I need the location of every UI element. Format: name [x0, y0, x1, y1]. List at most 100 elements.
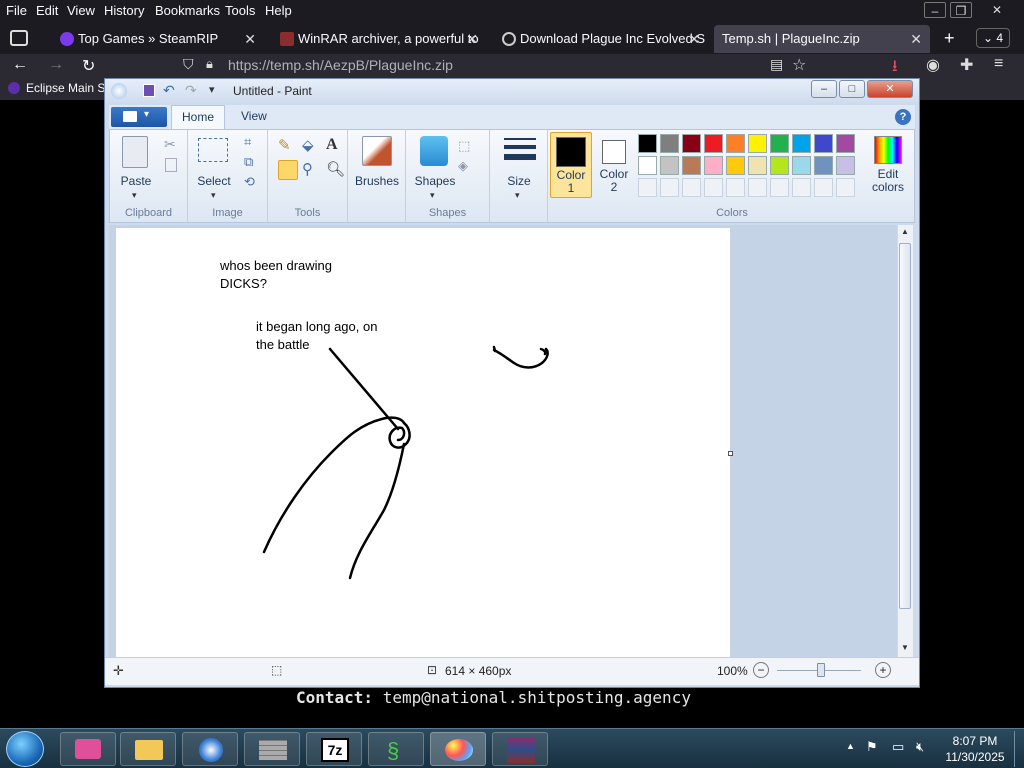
palette-swatch[interactable] — [814, 134, 833, 153]
tab-close-icon[interactable]: ✕ — [688, 25, 700, 53]
color1-button[interactable]: Color 1 — [550, 132, 592, 198]
tab-count-button[interactable]: ⌄ 4 — [976, 28, 1010, 48]
url-text[interactable]: https://temp.sh/AezpB/PlagueInc.zip — [228, 57, 453, 73]
menu-file[interactable]: File — [6, 3, 27, 18]
palette-swatch[interactable] — [792, 134, 811, 153]
scroll-up-icon[interactable]: ▲ — [901, 227, 909, 236]
minimize-icon[interactable]: – — [924, 2, 946, 18]
taskbar-firewall[interactable] — [244, 732, 300, 766]
paint-app-icon[interactable] — [111, 83, 127, 99]
palette-swatch[interactable] — [814, 156, 833, 175]
text-tool-icon[interactable]: A — [326, 136, 346, 156]
tab-steamrip[interactable]: Top Games » SteamRIP ✕ — [52, 25, 264, 53]
reload-icon[interactable]: ↻ — [82, 56, 95, 76]
tab-winrar[interactable]: WinRAR archiver, a powerful to ✕ — [272, 25, 486, 53]
size-button[interactable]: Size — [492, 174, 546, 188]
zoom-in-icon[interactable]: + — [875, 662, 891, 678]
volume-muted-icon[interactable]: 🔇︎ — [916, 739, 924, 755]
tab-view[interactable]: View — [241, 109, 267, 123]
close-icon[interactable]: ✕ — [986, 2, 1008, 18]
brushes-button[interactable]: Brushes — [350, 174, 404, 188]
custom-color-slot[interactable] — [770, 178, 789, 197]
edit-colors-button[interactable]: Edit colors — [866, 132, 910, 198]
lock-icon[interactable]: 🔒︎ — [206, 56, 213, 72]
magnifier-icon[interactable]: 🔍︎ — [326, 160, 346, 180]
select-button[interactable]: Select — [192, 174, 236, 188]
tab-close-icon[interactable]: ✕ — [244, 25, 256, 53]
menu-help[interactable]: Help — [265, 3, 292, 18]
paint-close-button[interactable]: ✕ — [867, 80, 913, 98]
palette-swatch[interactable] — [770, 134, 789, 153]
shapes-button[interactable]: Shapes — [408, 174, 462, 188]
bookmark-star-icon[interactable]: ☆ — [792, 55, 806, 75]
tab-home[interactable]: Home — [171, 105, 225, 129]
account-icon[interactable]: ◉ — [926, 55, 940, 75]
show-hidden-icons[interactable]: ▲ — [846, 741, 855, 751]
palette-swatch[interactable] — [726, 156, 745, 175]
taskbar-7zip[interactable]: 7z — [306, 732, 362, 766]
tab-close-icon[interactable]: ✕ — [910, 25, 922, 53]
vertical-scroll-thumb[interactable] — [899, 243, 911, 609]
menu-edit[interactable]: Edit — [36, 3, 58, 18]
palette-swatch[interactable] — [682, 134, 701, 153]
restore-icon[interactable]: ❐ — [950, 2, 972, 18]
palette-swatch[interactable] — [748, 156, 767, 175]
menu-history[interactable]: History — [104, 3, 144, 18]
palette-swatch[interactable] — [638, 156, 657, 175]
color2-button[interactable]: Color 2 — [594, 132, 634, 198]
custom-color-slot[interactable] — [638, 178, 657, 197]
palette-swatch[interactable] — [748, 134, 767, 153]
custom-color-slot[interactable] — [836, 178, 855, 197]
pencil-icon[interactable]: ✎ — [278, 136, 298, 156]
custom-color-slot[interactable] — [682, 178, 701, 197]
taskbar-app-pink[interactable] — [60, 732, 116, 766]
contact-email[interactable]: temp@national.shitposting.agency — [383, 688, 691, 707]
start-button[interactable] — [6, 731, 44, 767]
bookmark-eclipse[interactable]: Eclipse Main S — [26, 81, 105, 95]
eraser-icon[interactable] — [278, 160, 298, 180]
taskbar-winrar[interactable] — [492, 732, 548, 766]
tab-overview-icon[interactable] — [10, 30, 28, 46]
tab-plague-download[interactable]: Download Plague Inc Evolved S ✕ — [494, 25, 708, 53]
undo-icon[interactable]: ↶ — [163, 82, 175, 99]
palette-swatch[interactable] — [638, 134, 657, 153]
color-picker-icon[interactable]: ⚲ — [302, 160, 322, 180]
action-center-icon[interactable]: ⚑ — [866, 739, 878, 755]
taskbar-snake[interactable]: § — [368, 732, 424, 766]
copy-icon[interactable] — [165, 158, 177, 172]
paste-button[interactable]: Paste — [114, 174, 158, 188]
palette-swatch[interactable] — [682, 156, 701, 175]
custom-color-slot[interactable] — [814, 178, 833, 197]
fill-shape-icon[interactable]: ◈ — [458, 158, 468, 174]
custom-color-slot[interactable] — [748, 178, 767, 197]
scroll-down-icon[interactable]: ▼ — [901, 643, 909, 652]
rotate-icon[interactable]: ⟲ — [244, 174, 255, 190]
network-icon[interactable]: ▭ — [892, 739, 904, 755]
custom-color-slot[interactable] — [660, 178, 679, 197]
palette-swatch[interactable] — [660, 156, 679, 175]
extensions-icon[interactable]: ✚ — [960, 55, 973, 75]
fill-icon[interactable]: ⬙ — [302, 136, 322, 156]
zoom-out-icon[interactable]: − — [753, 662, 769, 678]
system-clock[interactable]: 8:07 PM 11/30/2025 — [944, 733, 1006, 765]
palette-swatch[interactable] — [836, 134, 855, 153]
customize-quickaccess-icon[interactable]: ▾ — [209, 83, 215, 96]
taskbar-explorer[interactable] — [120, 732, 176, 766]
palette-swatch[interactable] — [726, 134, 745, 153]
tab-close-icon[interactable]: ✕ — [466, 25, 478, 53]
back-icon[interactable]: ← — [12, 56, 28, 74]
help-icon[interactable]: ? — [895, 109, 911, 125]
app-menu-icon[interactable]: ≡ — [994, 55, 1003, 73]
outline-icon[interactable]: ⬚ — [458, 138, 470, 154]
menu-view[interactable]: View — [67, 3, 95, 18]
paint-titlebar[interactable]: ↶ ↷ ▾ Untitled - Paint – □ ✕ — [105, 79, 919, 103]
taskbar-paint[interactable] — [430, 732, 486, 766]
tracking-shield-icon[interactable]: ⛉ — [183, 56, 194, 73]
crop-icon[interactable]: ⌗ — [244, 134, 251, 150]
chevron-down-icon[interactable]: ▾ — [430, 190, 435, 201]
cut-icon[interactable]: ✂ — [164, 136, 176, 153]
canvas-resize-handle[interactable] — [728, 451, 733, 456]
paint-menu-button[interactable]: ▾ — [111, 107, 167, 127]
resize-icon[interactable]: ⧉ — [244, 154, 253, 170]
custom-color-slot[interactable] — [792, 178, 811, 197]
